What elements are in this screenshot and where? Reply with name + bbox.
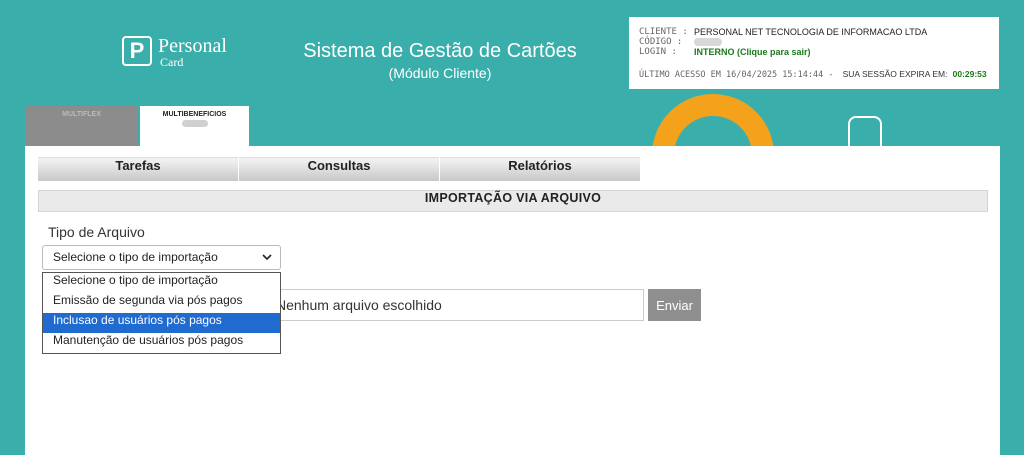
cliente-value: PERSONAL NET TECNOLOGIA DE INFORMACAO LT… (694, 27, 928, 37)
option-emissao-segunda-via[interactable]: Emissão de segunda via pós pagos (43, 293, 280, 313)
last-access-row: ÚLTIMO ACESSO EM 16/04/2025 15:14:44 - S… (639, 69, 989, 80)
codigo-key: CÓDIGO : (639, 37, 683, 47)
session-timer: 00:29:53 (952, 69, 987, 79)
menu-tarefas[interactable]: Tarefas (38, 157, 238, 181)
cliente-key: CLIENTE : (639, 27, 688, 37)
login-logout-link[interactable]: INTERNO (Clique para sair) (694, 47, 811, 57)
file-type-select[interactable]: Selecione o tipo de importação (42, 245, 281, 270)
tab-multibeneficios-label: MULTIBENEFICIOS (162, 111, 227, 118)
cliente-row: CLIENTE : PERSONAL NET TECNOLOGIA DE INF… (639, 27, 989, 37)
system-subtitle: (Módulo Cliente) (388, 65, 492, 81)
option-select-placeholder[interactable]: Selecione o tipo de importação (43, 273, 280, 293)
session-expires-label: SUA SESSÃO EXPIRA EM: (842, 69, 948, 79)
file-type-dropdown: Selecione o tipo de importação Emissão d… (42, 272, 281, 354)
codigo-row: CÓDIGO : (639, 37, 989, 47)
file-chooser[interactable]: Nenhum arquivo escolhido (265, 289, 644, 321)
menu-consultas[interactable]: Consultas (239, 157, 439, 181)
system-title: Sistema de Gestão de Cartões (Módulo Cli… (300, 40, 580, 81)
login-key: LOGIN : (639, 47, 677, 57)
file-type-label: Tipo de Arquivo (48, 224, 145, 240)
main-panel: Tarefas Consultas Relatórios IMPORTAÇÃO … (25, 146, 1000, 455)
main-menu: Tarefas Consultas Relatórios (38, 157, 641, 181)
tab-multiflex-label: MULTIFLEX (62, 111, 101, 118)
send-button[interactable]: Enviar (648, 289, 701, 321)
logo-line1: Personal (158, 35, 227, 57)
option-manutencao-usuarios[interactable]: Manutenção de usuários pós pagos (43, 333, 280, 353)
login-row: LOGIN : INTERNO (Clique para sair) (639, 47, 989, 57)
tab-multiflex[interactable]: MULTIFLEX (25, 106, 138, 146)
last-access-text: ÚLTIMO ACESSO EM 16/04/2025 15:14:44 - (639, 70, 834, 80)
tab-multibeneficios[interactable]: MULTIBENEFICIOS (140, 106, 249, 146)
logo-text: Personal Card (158, 36, 227, 68)
logo-line2: Card (160, 55, 184, 69)
logo-mark: P (122, 36, 152, 66)
tab-redacted-pill (181, 120, 208, 127)
codigo-value-redacted (694, 38, 722, 46)
select-value: Selecione o tipo de importação (53, 250, 218, 264)
personal-card-logo: P Personal Card (122, 36, 227, 68)
menu-relatorios[interactable]: Relatórios (440, 157, 640, 181)
session-info-box: CLIENTE : PERSONAL NET TECNOLOGIA DE INF… (629, 17, 999, 89)
system-title-text: Sistema de Gestão de Cartões (303, 40, 577, 62)
option-inclusao-usuarios[interactable]: Inclusao de usuários pós pagos (43, 313, 280, 333)
section-title: IMPORTAÇÃO VIA ARQUIVO (38, 190, 988, 212)
file-status: Nenhum arquivo escolhido (276, 297, 442, 313)
